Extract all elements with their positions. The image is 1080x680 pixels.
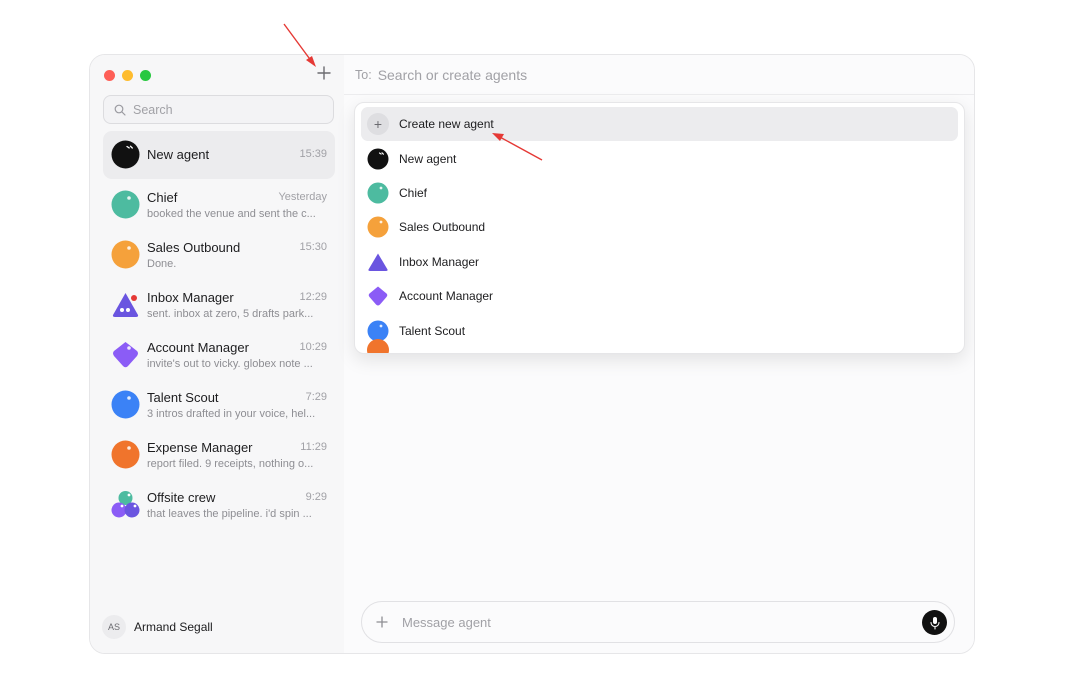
- create-new-agent-option[interactable]: + Create new agent: [361, 107, 958, 142]
- dropdown-item-label: New agent: [399, 151, 457, 166]
- dropdown-item-label: Create new agent: [399, 117, 494, 132]
- attach-button[interactable]: [372, 612, 392, 633]
- message-input[interactable]: [402, 614, 902, 630]
- window-controls: [104, 70, 151, 81]
- agent-preview: report filed. 9 receipts, nothing o...: [147, 458, 314, 470]
- agent-time: 12:29: [299, 291, 327, 303]
- agent-avatar-icon: [368, 253, 388, 271]
- dropdown-item[interactable]: Account Manager: [361, 279, 958, 313]
- agent-list-item[interactable]: New agent 15:39: [103, 131, 335, 179]
- agent-name: Talent Scout: [147, 390, 219, 405]
- agent-time: 15:30: [299, 241, 327, 253]
- plus-icon: [376, 615, 388, 628]
- agent-list-item[interactable]: Expense Manager 11:29 report filed. 9 re…: [103, 431, 335, 481]
- agent-name: New agent: [147, 147, 210, 162]
- app-window: New agent 15:39 Chief Yesterday booked t…: [89, 54, 975, 654]
- recipient-search-input[interactable]: [377, 66, 778, 83]
- agent-avatar-icon: [112, 293, 139, 317]
- close-window-button[interactable]: [104, 70, 115, 81]
- minimize-window-button[interactable]: [122, 70, 133, 81]
- agent-list-item[interactable]: Talent Scout 7:29 3 intros drafted in yo…: [103, 381, 335, 431]
- agent-name: Expense Manager: [147, 440, 253, 455]
- dropdown-item[interactable]: Inbox Manager: [361, 245, 958, 279]
- sidebar: New agent 15:39 Chief Yesterday booked t…: [90, 55, 344, 653]
- new-agent-button[interactable]: [315, 65, 333, 83]
- agent-time: 9:29: [305, 491, 327, 503]
- agent-list-item[interactable]: Offsite crew 9:29 that leaves the pipeli…: [103, 481, 335, 531]
- user-profile[interactable]: AS Armand Segall: [102, 615, 213, 639]
- dropdown-item-label: Sales Outbound: [399, 220, 486, 235]
- agent-list-item[interactable]: Chief Yesterday booked the venue and sen…: [103, 181, 335, 231]
- dropdown-item-label: Chief: [399, 185, 428, 200]
- group-avatar-icon: [111, 491, 140, 518]
- agent-avatar-icon: [111, 190, 140, 219]
- agent-preview: that leaves the pipeline. i'd spin ...: [147, 508, 312, 520]
- agent-avatar-icon: [368, 286, 388, 306]
- agent-name: Chief: [147, 190, 178, 205]
- agent-preview: sent. inbox at zero, 5 drafts park...: [147, 308, 314, 320]
- search-input[interactable]: [133, 102, 323, 117]
- microphone-icon: [929, 616, 940, 630]
- agent-time: 15:39: [299, 148, 327, 160]
- agent-name: Sales Outbound: [147, 240, 241, 255]
- agent-avatar-icon: [111, 390, 140, 419]
- search-box[interactable]: [103, 95, 334, 124]
- dropdown-item[interactable]: Sales Outbound: [361, 210, 958, 244]
- agent-dropdown: + Create new agent New agent Chief Sales…: [354, 102, 965, 354]
- agent-list-item[interactable]: Inbox Manager 12:29 sent. inbox at zero,…: [103, 281, 335, 331]
- agent-avatar-icon: [111, 440, 140, 469]
- agent-time: 7:29: [305, 391, 327, 403]
- main-panel: To: + Create new agent New agent Chief S…: [344, 55, 974, 653]
- agent-list: New agent 15:39 Chief Yesterday booked t…: [103, 131, 335, 531]
- agent-list-item[interactable]: Account Manager 10:29 invite's out to vi…: [103, 331, 335, 381]
- agent-avatar-icon: [367, 148, 389, 170]
- dropdown-item[interactable]: Chief: [361, 176, 958, 210]
- agent-preview: invite's out to vicky. globex note ...: [147, 358, 313, 370]
- agent-name: Offsite crew: [147, 490, 216, 505]
- microphone-button[interactable]: [922, 610, 947, 635]
- dropdown-item-label: Talent Scout: [399, 323, 466, 338]
- agent-time: Yesterday: [278, 191, 327, 203]
- plus-icon: [317, 66, 331, 80]
- agent-avatar-icon: [111, 140, 140, 169]
- agent-list-item[interactable]: Sales Outbound 15:30 Done.: [103, 231, 335, 281]
- dropdown-item-label: Inbox Manager: [399, 254, 480, 269]
- recipient-bar: To:: [344, 55, 974, 95]
- agent-name: Inbox Manager: [147, 290, 234, 305]
- dropdown-item[interactable]: New agent: [361, 141, 958, 175]
- agent-time: 10:29: [299, 341, 327, 353]
- agent-time: 11:29: [300, 441, 327, 453]
- agent-preview: booked the venue and sent the c...: [147, 208, 316, 220]
- plus-icon: +: [367, 113, 389, 136]
- zoom-window-button[interactable]: [140, 70, 151, 81]
- agent-avatar-icon: [111, 240, 140, 269]
- search-icon: [114, 104, 126, 116]
- avatar: AS: [102, 615, 126, 639]
- dropdown-item[interactable]: Talent Scout: [361, 313, 958, 347]
- message-composer: [361, 601, 955, 643]
- to-label: To:: [355, 67, 372, 82]
- agent-avatar-icon: [367, 182, 389, 204]
- agent-name: Account Manager: [147, 340, 249, 355]
- user-name: Armand Segall: [134, 620, 213, 634]
- agent-avatar-icon: [113, 342, 138, 368]
- partially-visible-avatar-icon: [367, 339, 389, 353]
- agent-preview: 3 intros drafted in your voice, hel...: [147, 408, 316, 420]
- agent-avatar-icon: [367, 216, 389, 238]
- dropdown-item-label: Account Manager: [399, 289, 494, 304]
- agent-preview: Done.: [147, 258, 177, 270]
